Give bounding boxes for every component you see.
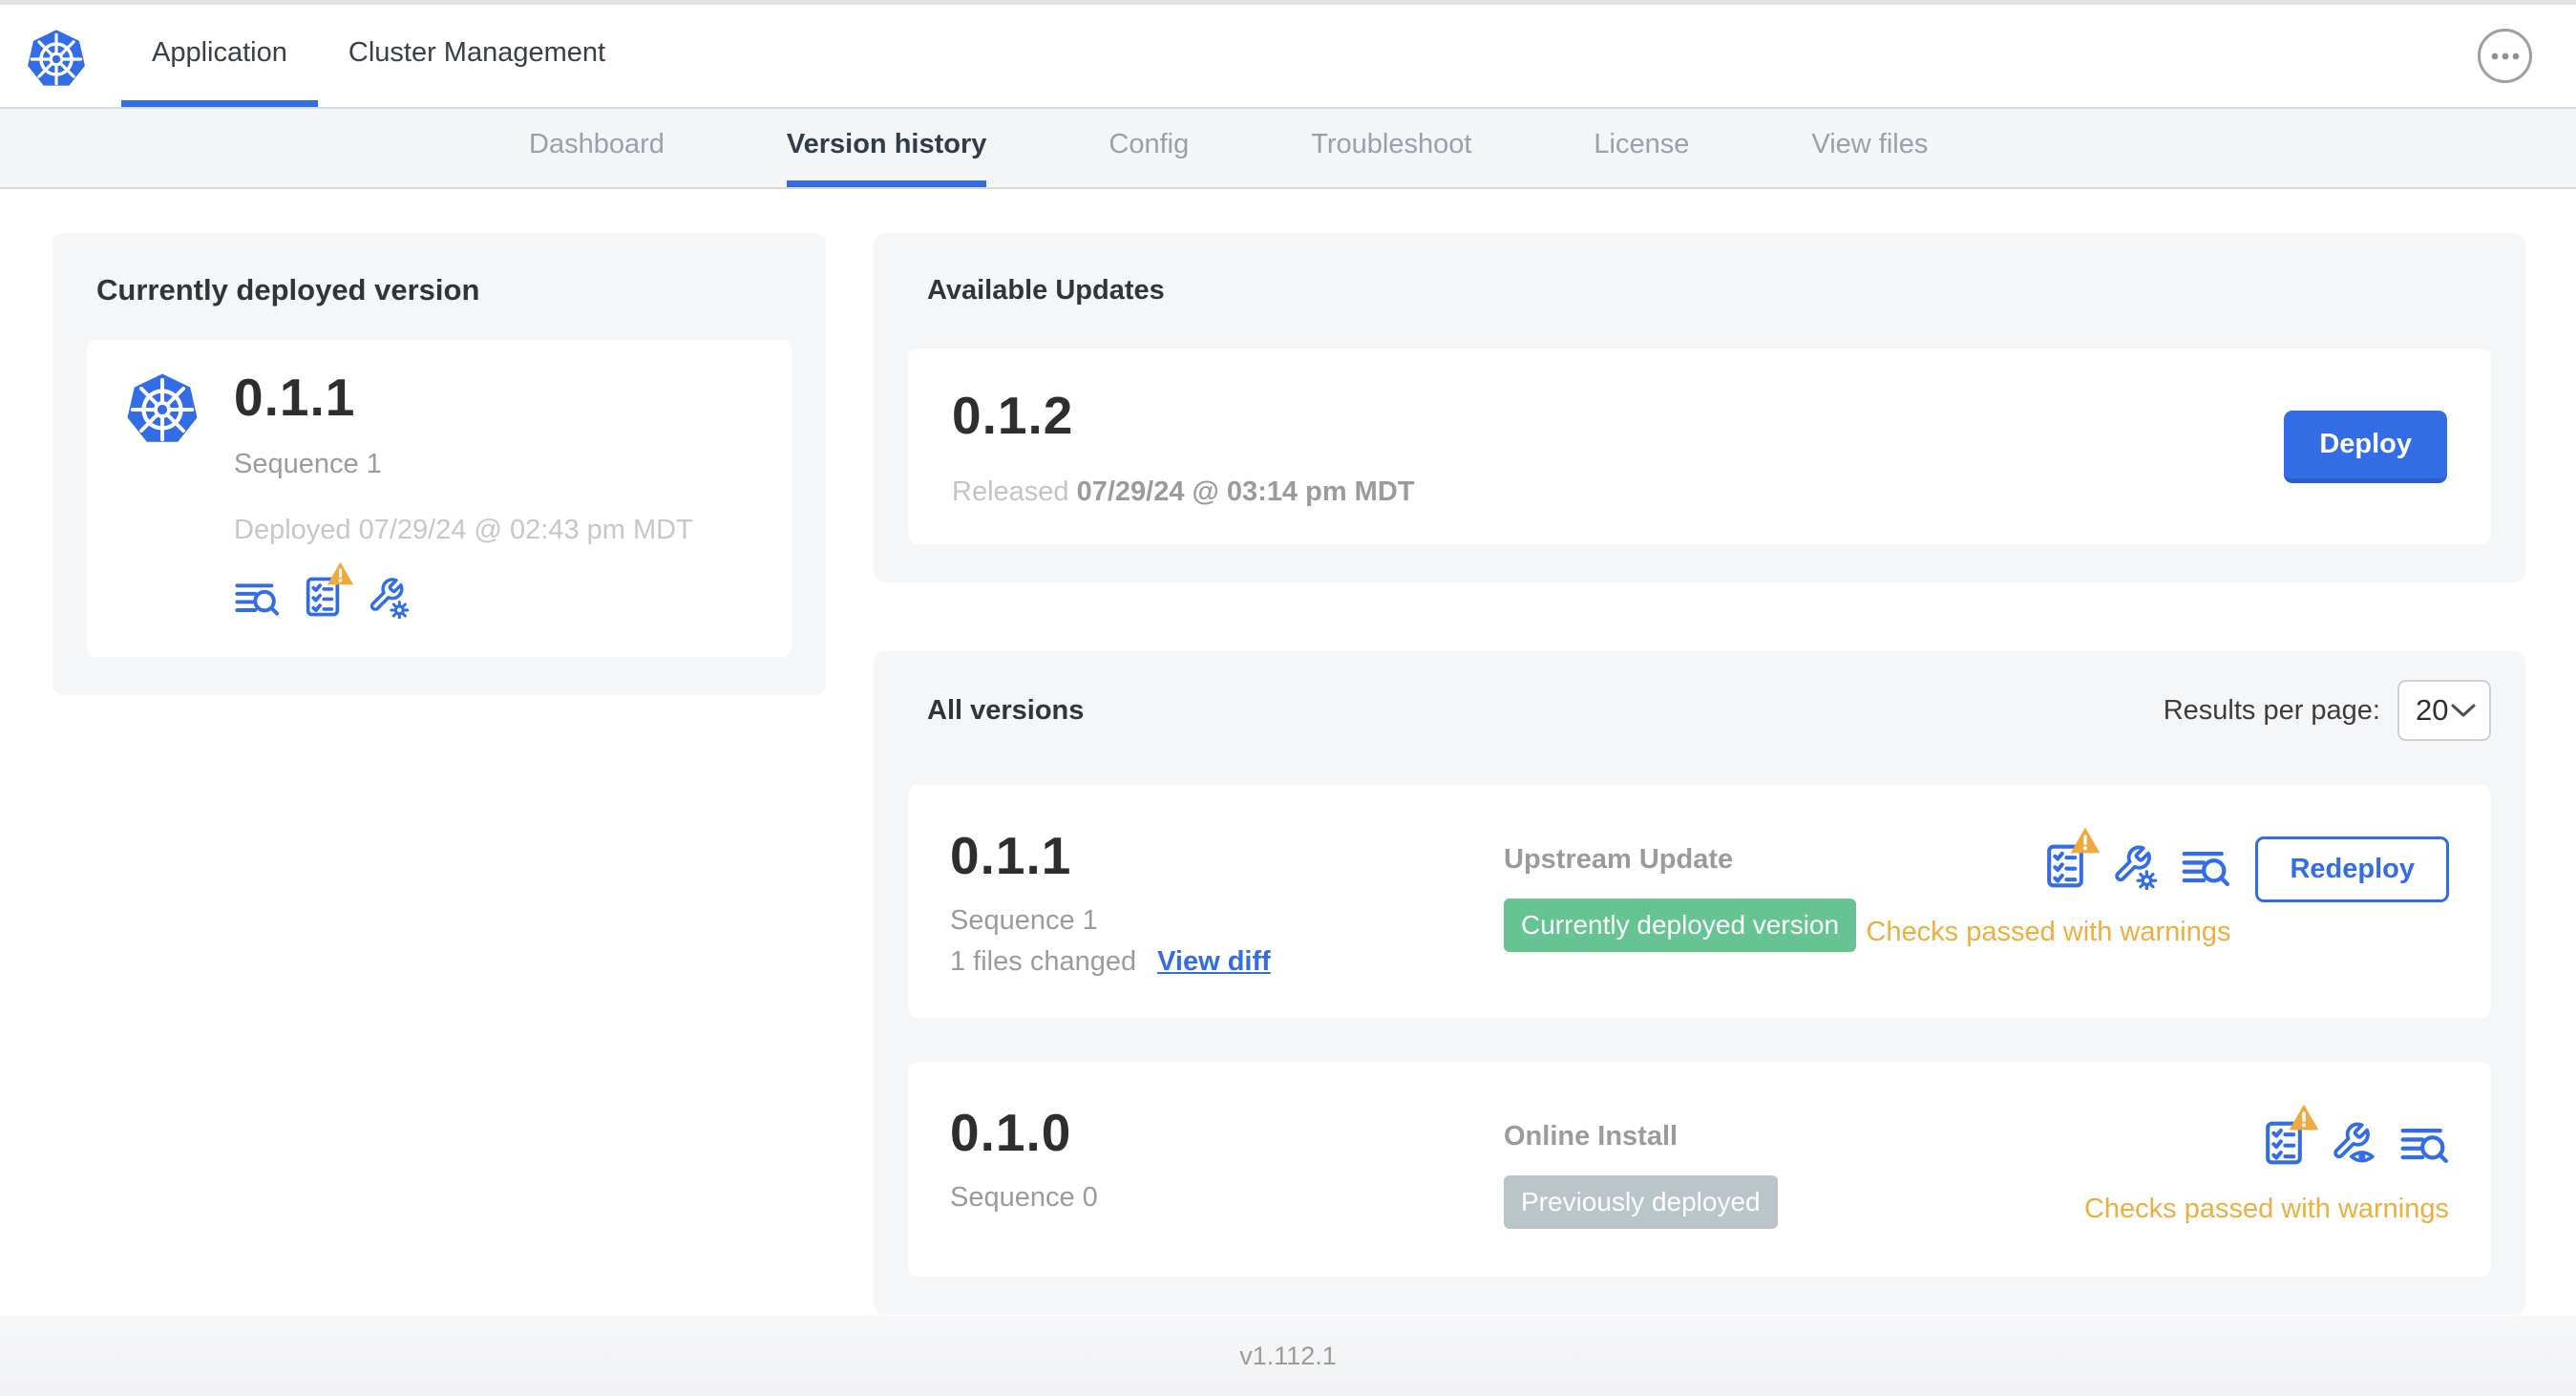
status-badge: Previously deployed (1504, 1175, 1778, 1229)
warning-triangle-icon (2289, 1104, 2319, 1131)
warning-triangle-icon (2070, 827, 2101, 854)
app-footer: v1.112.1 (0, 1316, 2576, 1396)
header-tab-label: Application (152, 36, 287, 68)
tab-label: Troubleshoot (1311, 129, 1472, 159)
chevron-down-icon (2451, 704, 2476, 716)
kubernetes-app-icon (125, 372, 200, 447)
deploy-button[interactable]: Deploy (2284, 410, 2447, 483)
update-released-line: Released 07/29/24 @ 03:14 pm MDT (952, 476, 1414, 508)
edit-config-icon[interactable] (366, 575, 410, 621)
update-version-number: 0.1.2 (952, 386, 1074, 445)
results-per-page-select[interactable]: 20 (2397, 680, 2491, 741)
app-subnav: Dashboard Version history Config Trouble… (0, 107, 2576, 189)
view-diff-link[interactable]: View diff (1157, 946, 1271, 978)
released-date: 07/29/24 @ 03:14 pm MDT (1076, 476, 1415, 507)
logs-icon[interactable] (2181, 846, 2230, 890)
tab-dashboard[interactable]: Dashboard (529, 109, 665, 187)
tab-label: View files (1811, 129, 1929, 159)
released-label: Released (952, 476, 1069, 507)
warning-triangle-icon (327, 561, 354, 585)
preflight-checks-warning-icon[interactable] (2043, 827, 2101, 890)
tab-label: Dashboard (529, 129, 665, 159)
row-version-number: 0.1.1 (950, 826, 1072, 885)
files-changed-text: 1 files changed (950, 946, 1137, 977)
tab-label: Config (1109, 129, 1190, 159)
row-sequence: Sequence 0 (950, 1182, 1098, 1213)
currently-deployed-title: Currently deployed version (96, 273, 480, 307)
view-config-icon[interactable] (2329, 1119, 2376, 1167)
checks-status-text[interactable]: Checks passed with warnings (1866, 917, 2230, 948)
currently-deployed-version-panel: 0.1.1 Sequence 1 Deployed 07/29/24 @ 02:… (87, 340, 792, 657)
preflight-checks-warning-icon[interactable] (303, 561, 354, 619)
row-sequence: Sequence 1 (950, 905, 1098, 936)
edit-config-icon[interactable] (2110, 842, 2158, 892)
ellipsis-menu-icon[interactable] (2478, 29, 2532, 83)
available-updates-card: Available Updates 0.1.2 Released 07/29/2… (874, 233, 2525, 582)
console-version: v1.112.1 (1239, 1341, 1337, 1370)
version-source: Upstream Update (1504, 844, 1734, 875)
row-version-number: 0.1.0 (950, 1103, 1072, 1162)
kubernetes-logo-icon (26, 28, 87, 90)
header-spacer (636, 5, 2478, 107)
logs-icon[interactable] (2399, 1123, 2449, 1167)
available-updates-title: Available Updates (927, 275, 1165, 306)
results-per-page-label: Results per page: (2163, 694, 2380, 726)
deployed-sequence: Sequence 1 (234, 449, 382, 479)
header-tab-cluster-management[interactable]: Cluster Management (318, 5, 636, 107)
redeploy-button[interactable]: Redeploy (2255, 836, 2449, 902)
status-badge: Currently deployed version (1504, 899, 1857, 952)
app-header: Application Cluster Management (0, 5, 2576, 107)
right-column: Available Updates 0.1.2 Released 07/29/2… (874, 233, 2525, 1315)
logs-icon[interactable] (234, 579, 280, 619)
header-tab-label: Cluster Management (348, 36, 606, 68)
all-versions-card: All versions Results per page: 20 0.1.1 … (874, 651, 2525, 1315)
update-row: 0.1.2 Released 07/29/24 @ 03:14 pm MDT D… (908, 349, 2491, 544)
header-tab-application[interactable]: Application (121, 5, 318, 107)
tab-view-files[interactable]: View files (1811, 109, 1928, 187)
version-row-0-1-1: 0.1.1 Sequence 1 1 files changed View di… (908, 785, 2491, 1018)
currently-deployed-card: Currently deployed version 0.1.1 Sequenc… (53, 233, 826, 695)
version-source: Online Install (1504, 1121, 1679, 1152)
all-versions-title: All versions (927, 694, 1085, 726)
main-content: Currently deployed version 0.1.1 Sequenc… (0, 189, 2576, 1316)
tab-label: Version history (786, 129, 987, 159)
version-row-0-1-0: 0.1.0 Sequence 0 Online Install Previous… (908, 1062, 2491, 1277)
tab-license[interactable]: License (1594, 109, 1689, 187)
tab-config[interactable]: Config (1109, 109, 1189, 187)
tab-version-history[interactable]: Version history (786, 109, 987, 187)
preflight-checks-warning-icon[interactable] (2262, 1104, 2319, 1167)
deployed-timestamp: Deployed 07/29/24 @ 02:43 pm MDT (234, 515, 693, 545)
checks-status-text[interactable]: Checks passed with warnings (2084, 1194, 2449, 1225)
tab-label: License (1594, 129, 1690, 159)
deployed-version-number: 0.1.1 (234, 368, 356, 427)
results-per-page-value: 20 (2416, 693, 2449, 727)
tab-troubleshoot[interactable]: Troubleshoot (1311, 109, 1471, 187)
